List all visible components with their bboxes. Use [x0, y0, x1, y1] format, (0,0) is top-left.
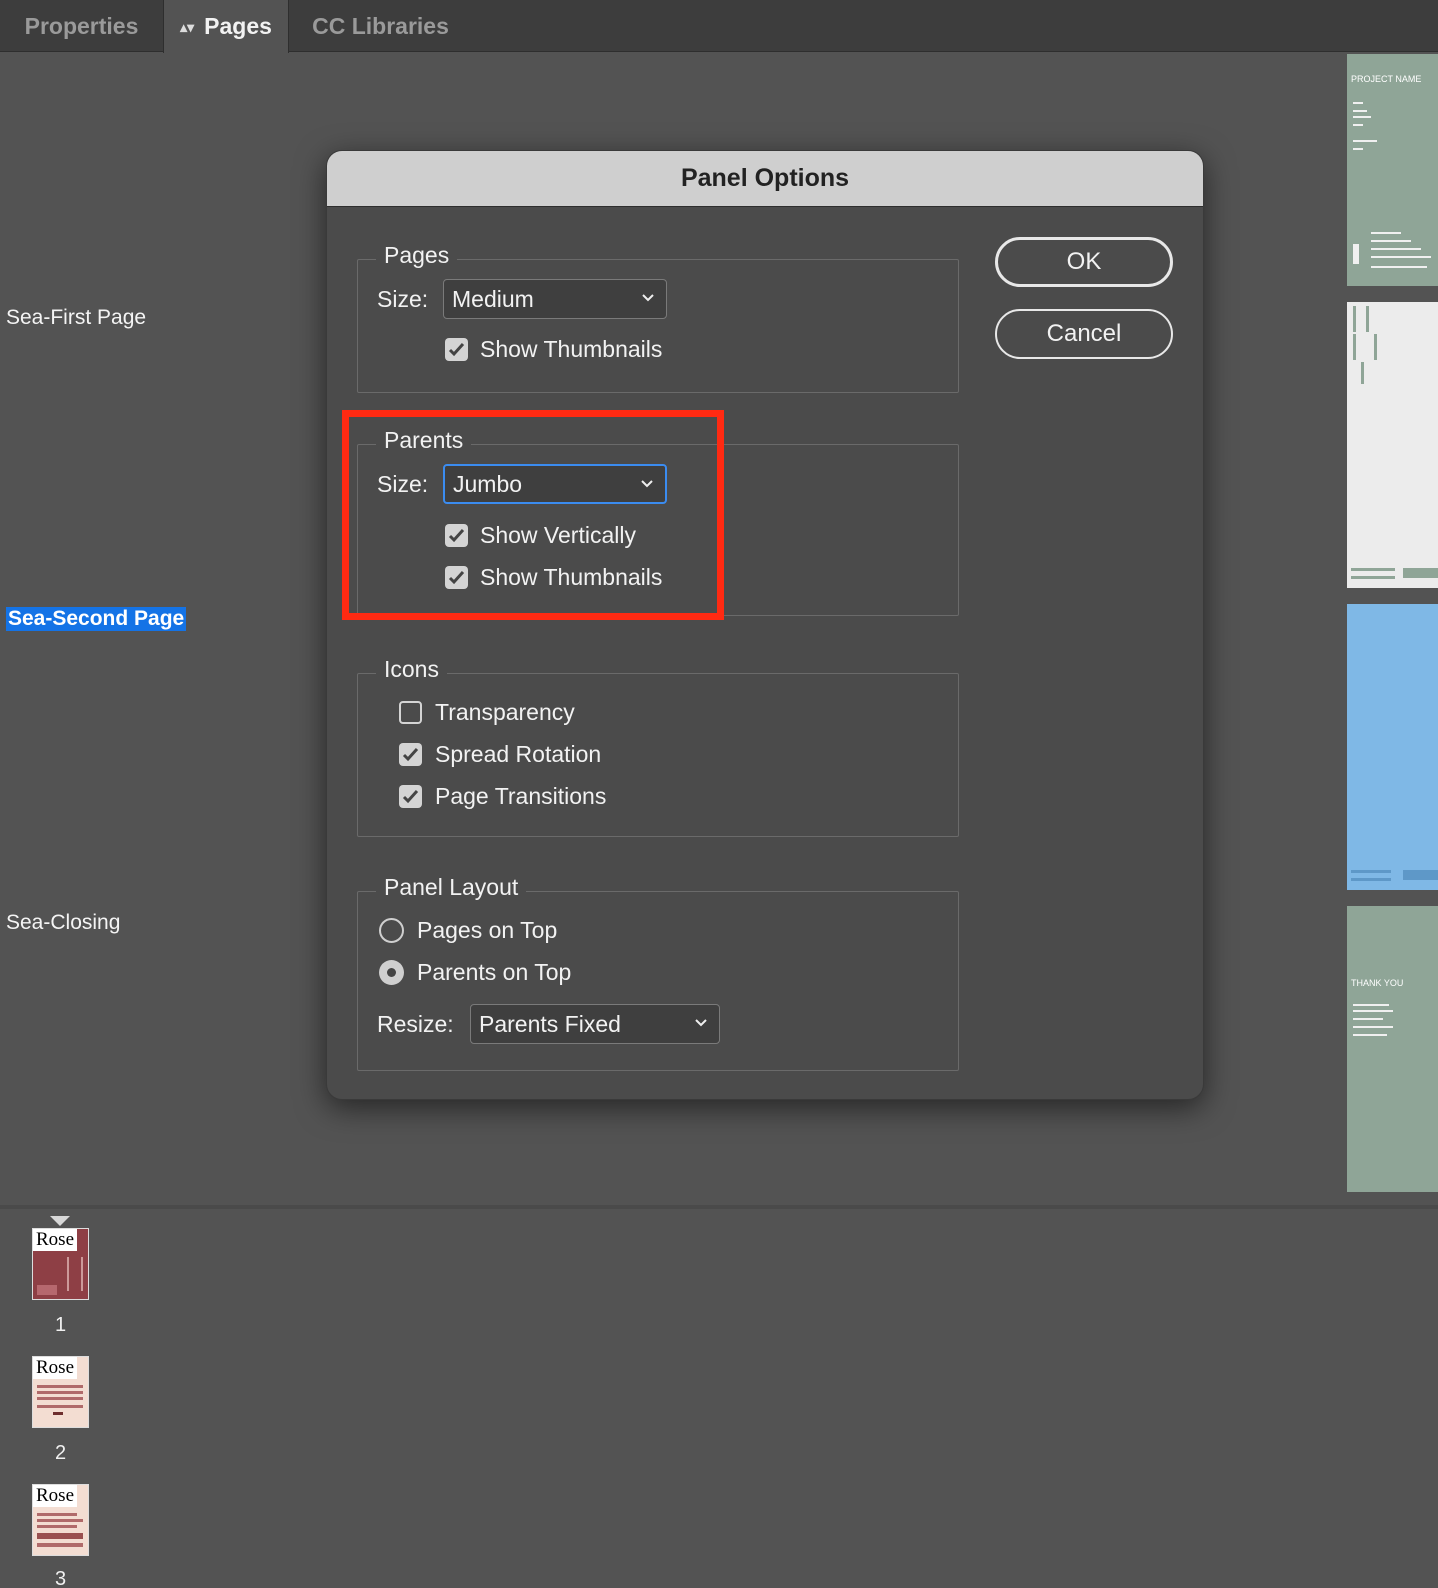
parents-highlight-annotation: [342, 410, 724, 620]
dialog-title: Panel Options: [327, 151, 1203, 207]
pages-size-value: Medium: [452, 286, 534, 312]
page-caret-icon: [50, 1216, 70, 1226]
pages-size-label: Size:: [377, 286, 429, 312]
panel-divider[interactable]: [0, 1205, 1438, 1209]
page-parent-label: Rose: [33, 1229, 77, 1251]
page-transitions-label[interactable]: Page Transitions: [435, 783, 606, 810]
pages-group-legend: Pages: [376, 242, 458, 269]
panel-tab-bar: Properties ▴▾ Pages CC Libraries: [0, 0, 1438, 53]
parent-thumbnail-sea-second-page[interactable]: [1347, 302, 1438, 588]
transparency-checkbox[interactable]: [399, 701, 422, 724]
pages-show-thumbnails-label[interactable]: Show Thumbnails: [480, 336, 662, 363]
tab-properties[interactable]: Properties: [0, 0, 163, 52]
parent-item-sea-second-page[interactable]: Sea-Second Page: [6, 607, 187, 631]
chevron-down-icon: [642, 294, 654, 302]
pages-show-thumbnails-checkbox[interactable]: [445, 338, 468, 361]
transparency-label[interactable]: Transparency: [435, 699, 575, 726]
parent-thumbnail-sea-first-page[interactable]: PROJECT NAME: [1347, 54, 1438, 286]
chevron-down-icon: [695, 1019, 707, 1027]
pages-on-top-label[interactable]: Pages on Top: [417, 917, 557, 944]
page-parent-label: Rose: [33, 1485, 77, 1507]
parent-item-sea-closing[interactable]: Sea-Closing: [6, 911, 120, 935]
page-number: 2: [54, 1442, 67, 1464]
resize-value: Parents Fixed: [479, 1011, 621, 1037]
thumbnail-title: PROJECT NAME: [1351, 74, 1422, 84]
pages-size-dropdown[interactable]: Medium: [443, 279, 667, 319]
page-thumbnail-1[interactable]: Rose: [32, 1228, 89, 1300]
checkmark-icon: [448, 342, 465, 357]
parent-thumbnail-thank-you[interactable]: THANK YOU: [1347, 906, 1438, 1192]
parents-on-top-radio[interactable]: [379, 960, 404, 985]
tab-cc-libraries[interactable]: CC Libraries: [289, 0, 472, 52]
page-thumbnail-3[interactable]: Rose: [32, 1484, 89, 1556]
page-parent-label: Rose: [33, 1357, 77, 1379]
page-number: 1: [54, 1314, 67, 1336]
page-transitions-checkbox[interactable]: [399, 785, 422, 808]
up-down-arrows-icon: ▴▾: [180, 19, 195, 35]
spread-rotation-label[interactable]: Spread Rotation: [435, 741, 601, 768]
tab-pages-label: Pages: [204, 13, 272, 39]
parent-item-sea-first-page[interactable]: Sea-First Page: [6, 306, 146, 330]
checkmark-icon: [402, 747, 419, 762]
parent-thumbnail-sea-closing-blue[interactable]: [1347, 604, 1438, 890]
page-number: 3: [54, 1568, 67, 1588]
spread-rotation-checkbox[interactable]: [399, 743, 422, 766]
parents-on-top-label[interactable]: Parents on Top: [417, 959, 571, 986]
resize-label: Resize:: [377, 1011, 454, 1037]
icons-group-legend: Icons: [376, 656, 447, 683]
panel-layout-group-legend: Panel Layout: [376, 874, 527, 901]
thumbnail-title: THANK YOU: [1351, 978, 1404, 988]
cancel-button[interactable]: Cancel: [995, 309, 1173, 359]
pages-on-top-radio[interactable]: [379, 918, 404, 943]
ok-button[interactable]: OK: [995, 237, 1173, 287]
tab-pages[interactable]: ▴▾ Pages: [163, 0, 289, 53]
page-thumbnail-2[interactable]: Rose: [32, 1356, 89, 1428]
resize-dropdown[interactable]: Parents Fixed: [470, 1004, 720, 1044]
checkmark-icon: [402, 789, 419, 804]
panel-options-dialog: Panel Options OK Cancel Pages Size: Medi…: [326, 150, 1204, 1100]
